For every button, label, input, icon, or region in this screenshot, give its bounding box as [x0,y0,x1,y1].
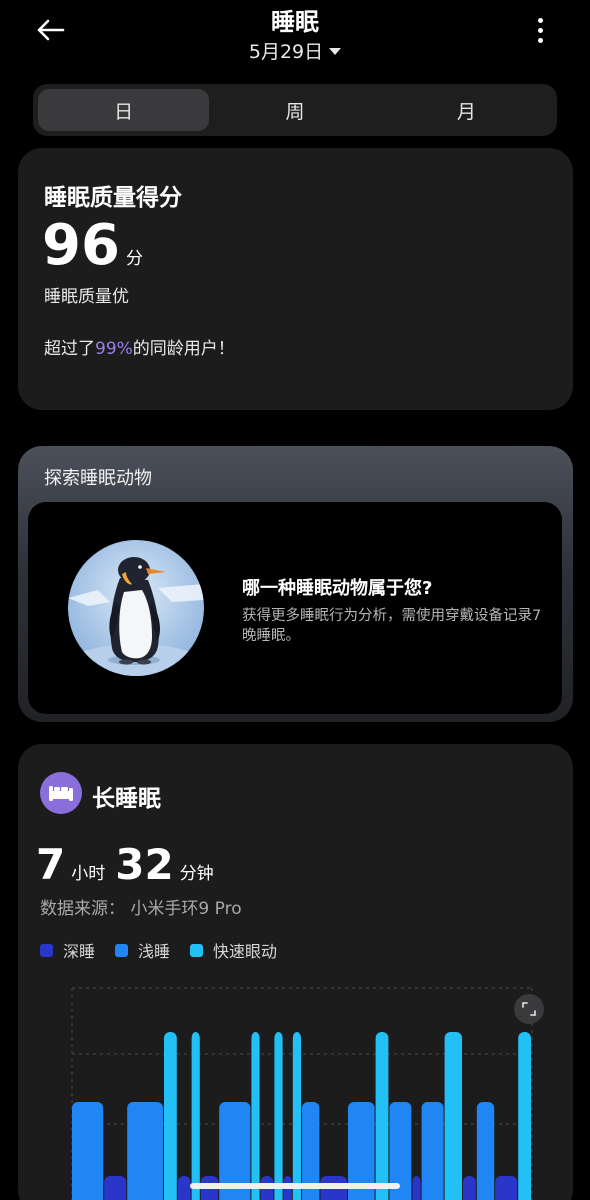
stage-bar-rem [274,1032,283,1200]
stage-bar-rem [164,1032,177,1200]
period-tabs: 日 周 月 [33,84,557,136]
date-selector[interactable]: 5月29日 [0,37,590,64]
score-value: 96 分 [42,218,143,274]
stage-bar-rem [292,1032,301,1200]
expand-icon [522,1002,536,1016]
stage-bar-light [127,1102,163,1200]
data-source: 数据来源： 小米手环9 Pro [40,899,242,919]
stage-bar-rem [251,1032,260,1200]
score-percentile: 超过了99%的同龄用户！ [44,334,235,359]
legend-light: 浅睡 [115,938,170,962]
legend-label-deep: 深睡 [63,942,96,961]
minutes-unit: 分钟 [179,864,214,884]
page-title: 睡眠 [271,8,319,36]
more-vertical-icon [537,17,543,23]
sleep-stage-svg [71,987,533,1200]
legend-rem: 快速眼动 [190,938,277,962]
stage-bar-light [421,1102,444,1200]
expand-button[interactable] [514,994,544,1024]
percentile-value: 99% [95,339,133,359]
score-unit: 分 [125,249,143,269]
duration-hours: 7 [36,840,66,889]
score-number: 96 [42,213,120,278]
tab-month[interactable]: 月 [381,89,552,131]
caret-down-icon [329,48,342,55]
stage-bar-rem [375,1032,389,1200]
legend-swatch-deep [40,943,53,957]
stage-bar-light [476,1102,495,1200]
hours-unit: 小时 [71,864,106,884]
stage-bar-rem [518,1032,531,1200]
date-label: 5月29日 [248,41,324,63]
score-quality: 睡眠质量优 [44,287,129,307]
stage-bar-deep [412,1176,421,1200]
bed-icon [40,772,82,814]
percentile-suffix: 的同龄用户！ [132,339,235,359]
sleep-score-card[interactable]: 睡眠质量得分 96 分 睡眠质量优 超过了99%的同龄用户！ [18,148,573,410]
explore-question: 哪一种睡眠动物属于您? [242,578,433,599]
top-bar: 睡眠 5月29日 [0,0,590,80]
legend-label-light: 浅睡 [138,942,171,961]
explore-description: 获得更多睡眠行为分析，需使用穿戴设备记录7晚睡眠。 [242,608,542,644]
stage-bar-rem [191,1032,200,1200]
explore-title: 探索睡眠动物 [44,468,152,489]
explore-banner[interactable]: 哪一种睡眠动物属于您? 获得更多睡眠行为分析，需使用穿戴设备记录7晚睡眠。 [28,502,562,714]
home-indicator [190,1183,400,1189]
more-button[interactable] [528,12,552,48]
score-title: 睡眠质量得分 [44,185,182,211]
penguin-illustration [68,540,204,676]
long-sleep-card[interactable]: 长睡眠 7 小时 32 分钟 数据来源： 小米手环9 Pro 深睡 浅睡 快速眼… [18,744,573,1200]
sleep-duration: 7 小时 32 分钟 [36,844,224,886]
percentile-prefix: 超过了 [44,339,95,359]
stage-bar-deep [463,1176,476,1200]
sleep-stage-chart[interactable] [52,984,544,1200]
legend-label-rem: 快速眼动 [213,942,278,961]
legend-deep: 深睡 [40,938,95,962]
chart-legend: 深睡 浅睡 快速眼动 [40,938,277,962]
stage-bar-rem [444,1032,462,1200]
stage-bar-deep [104,1176,127,1200]
tab-week[interactable]: 周 [209,89,380,131]
sleep-page: 睡眠 5月29日 日 周 月 睡眠质量得分 96 分 睡眠质量优 超过了99%的… [0,0,590,1200]
legend-swatch-light [115,943,129,957]
stage-bar-deep [177,1176,191,1200]
explore-animal-card[interactable]: 探索睡眠动物 哪一种睡眠动物属于您? 获得更多睡眠行为分析，需使用穿戴设备记录7… [18,446,573,722]
tab-day[interactable]: 日 [38,89,210,131]
duration-minutes: 32 [115,840,174,889]
stage-bar-deep [495,1176,518,1200]
stage-bar-light [72,1102,104,1200]
legend-swatch-rem [190,943,204,957]
sleep-title: 长睡眠 [92,786,161,812]
